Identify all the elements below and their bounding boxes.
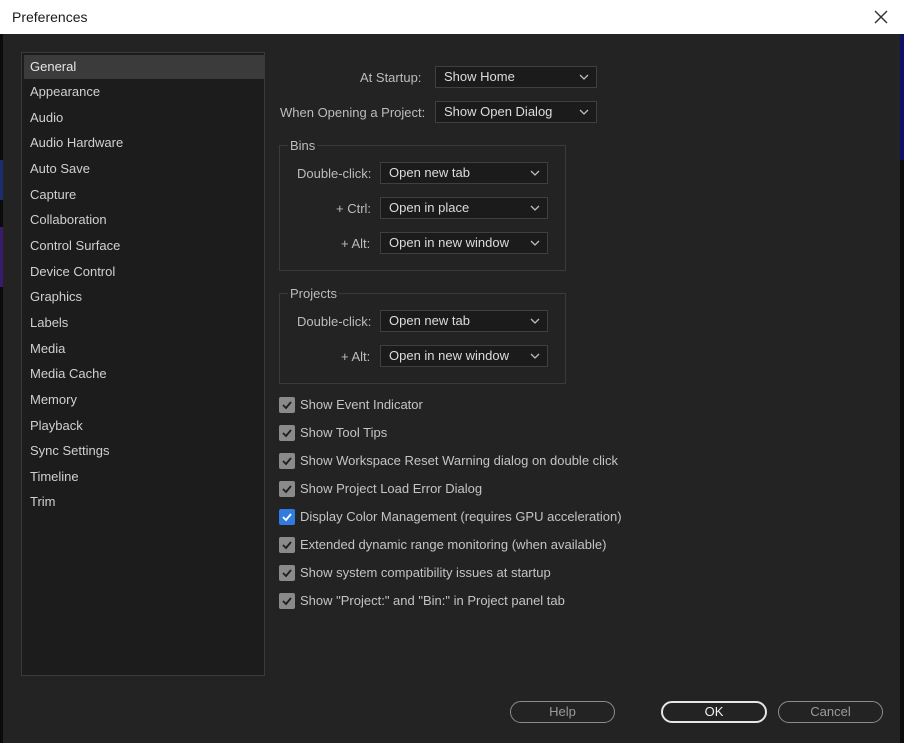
- projects-alt-label: + Alt:: [341, 349, 371, 364]
- projects-double-click-label: Double-click:: [297, 314, 372, 329]
- sidebar-item-general[interactable]: General: [24, 55, 264, 79]
- checkbox-label: Show Workspace Reset Warning dialog on d…: [300, 453, 618, 468]
- checkmark-icon: [282, 541, 292, 550]
- checkbox-box[interactable]: [279, 537, 295, 553]
- sidebar-item-control-surface[interactable]: Control Surface: [24, 234, 264, 258]
- checkmark-icon: [282, 429, 292, 438]
- sidebar-item-memory[interactable]: Memory: [24, 388, 264, 412]
- title-bar: Preferences: [0, 0, 904, 34]
- bins-ctrl-value: Open in place: [389, 200, 470, 215]
- sidebar-item-media-cache[interactable]: Media Cache: [24, 362, 264, 386]
- at-startup-value: Show Home: [444, 69, 515, 84]
- opening-project-label: When Opening a Project:: [280, 105, 426, 120]
- checkbox-label: Show Project Load Error Dialog: [300, 481, 483, 496]
- chevron-down-icon: [530, 353, 540, 359]
- opening-project-value: Show Open Dialog: [444, 104, 553, 119]
- checkbox-label: Show "Project:" and "Bin:" in Project pa…: [300, 593, 565, 608]
- sidebar-item-appearance[interactable]: Appearance: [24, 80, 264, 104]
- sidebar-item-audio-hardware[interactable]: Audio Hardware: [24, 131, 264, 155]
- checkmark-icon: [282, 457, 292, 466]
- sidebar-item-collaboration[interactable]: Collaboration: [24, 208, 264, 232]
- window-edge-right: [900, 34, 904, 743]
- checkmark-icon: [282, 597, 292, 606]
- projects-group: [279, 293, 566, 384]
- chevron-down-icon: [530, 170, 540, 176]
- chevron-down-icon: [530, 205, 540, 211]
- sidebar-item-device-control[interactable]: Device Control: [24, 260, 264, 284]
- checkmark-icon: [282, 485, 292, 494]
- checkmark-icon: [282, 513, 292, 522]
- bins-alt-label: + Alt:: [341, 236, 371, 251]
- bins-group-title: Bins: [288, 138, 318, 153]
- bins-alt-value: Open in new window: [389, 235, 509, 250]
- opening-project-dropdown[interactable]: Show Open Dialog: [435, 101, 597, 123]
- checkmark-icon: [282, 401, 292, 410]
- projects-double-click-dropdown[interactable]: Open new tab: [380, 310, 548, 332]
- checkbox-label: Show Tool Tips: [300, 425, 388, 440]
- ok-button[interactable]: OK: [661, 701, 767, 723]
- chevron-down-icon: [530, 318, 540, 324]
- checkbox-label: Extended dynamic range monitoring (when …: [300, 537, 607, 552]
- window-title: Preferences: [12, 9, 88, 25]
- projects-double-click-value: Open new tab: [389, 313, 470, 328]
- checkbox-label: Display Color Management (requires GPU a…: [300, 509, 622, 524]
- bins-double-click-value: Open new tab: [389, 165, 470, 180]
- sidebar-item-capture[interactable]: Capture: [24, 183, 264, 207]
- sidebar-item-trim[interactable]: Trim: [24, 490, 264, 514]
- chevron-down-icon: [579, 74, 589, 80]
- checkbox-label: Show Event Indicator: [300, 397, 423, 412]
- checkbox-box[interactable]: [279, 565, 295, 581]
- bins-ctrl-label: + Ctrl:: [336, 201, 372, 216]
- close-icon[interactable]: [868, 4, 894, 30]
- checkmark-icon: [282, 569, 292, 578]
- chevron-down-icon: [530, 240, 540, 246]
- at-startup-dropdown[interactable]: Show Home: [435, 66, 597, 88]
- projects-alt-dropdown[interactable]: Open in new window: [380, 345, 548, 367]
- bins-ctrl-dropdown[interactable]: Open in place: [380, 197, 548, 219]
- checkbox-box[interactable]: [279, 593, 295, 609]
- checkbox-box[interactable]: [279, 425, 295, 441]
- sidebar-item-media[interactable]: Media: [24, 337, 264, 361]
- sidebar-item-auto-save[interactable]: Auto Save: [24, 157, 264, 181]
- checkbox-box[interactable]: [279, 481, 295, 497]
- bins-alt-dropdown[interactable]: Open in new window: [380, 232, 548, 254]
- sidebar-item-audio[interactable]: Audio: [24, 106, 264, 130]
- cancel-button[interactable]: Cancel: [778, 701, 883, 723]
- sidebar-item-playback[interactable]: Playback: [24, 414, 264, 438]
- sidebar-item-labels[interactable]: Labels: [24, 311, 264, 335]
- checkbox-box[interactable]: [279, 397, 295, 413]
- help-button[interactable]: Help: [510, 701, 615, 723]
- checkbox-box[interactable]: [279, 453, 295, 469]
- sidebar-item-graphics[interactable]: Graphics: [24, 285, 264, 309]
- bins-double-click-dropdown[interactable]: Open new tab: [380, 162, 548, 184]
- chevron-down-icon: [579, 109, 589, 115]
- projects-group-title: Projects: [288, 286, 339, 301]
- sidebar-item-sync-settings[interactable]: Sync Settings: [24, 439, 264, 463]
- projects-alt-value: Open in new window: [389, 348, 509, 363]
- checkbox-box[interactable]: [279, 509, 295, 525]
- checkbox-label: Show system compatibility issues at star…: [300, 565, 551, 580]
- sidebar-item-timeline[interactable]: Timeline: [24, 465, 264, 489]
- bins-double-click-label: Double-click:: [297, 166, 372, 181]
- category-list: General Appearance Audio Audio Hardware …: [21, 52, 265, 676]
- at-startup-label: At Startup:: [360, 70, 422, 85]
